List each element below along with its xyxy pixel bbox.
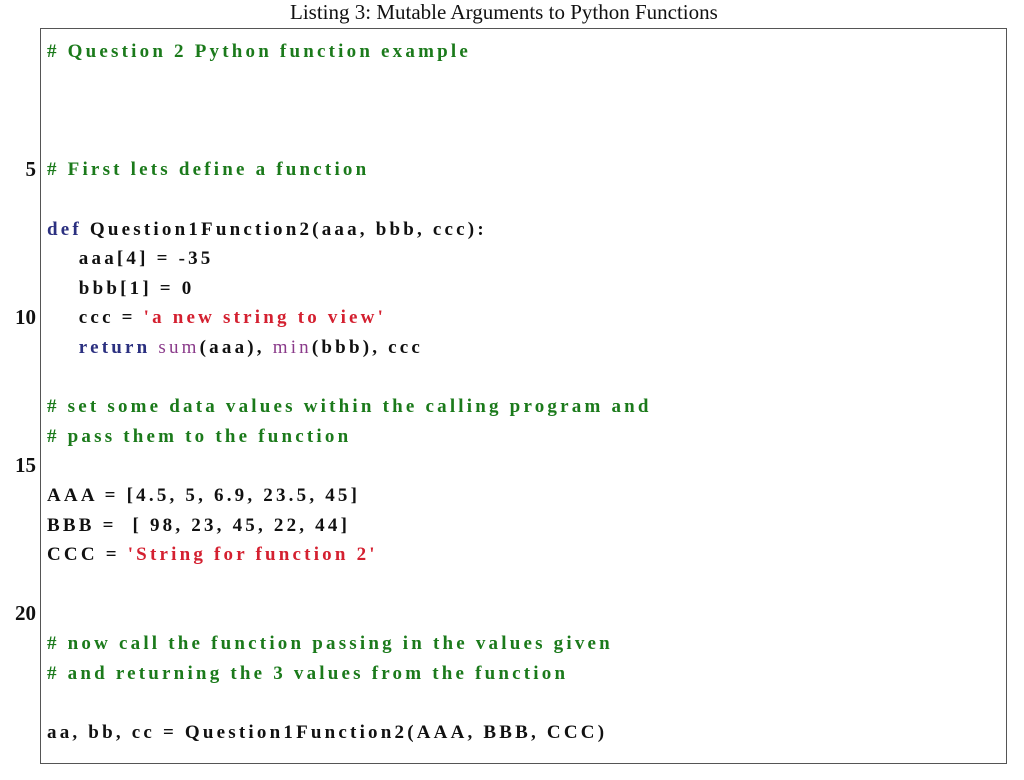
code-token: Question1Function2(aaa, bbb, ccc): <box>81 218 487 240</box>
code-line: # Question 2 Python function example <box>0 37 1024 67</box>
line-number: 10 <box>15 305 36 330</box>
code-line: return sum(aaa), min(bbb), ccc <box>0 333 1024 363</box>
code-keyword: def <box>47 218 82 240</box>
code-token: bbb[1] = 0 <box>47 277 195 299</box>
code-keyword: return <box>47 337 151 358</box>
code-string: 'a new string to view' <box>143 307 387 329</box>
code-comment: # pass them to the function <box>47 425 352 447</box>
code-line: # now call the function passing in the v… <box>0 629 1024 659</box>
code-string: 'String for function 2' <box>127 544 378 566</box>
code-builtin: sum <box>158 337 200 358</box>
code-comment: # and returning the 3 values from the fu… <box>47 662 569 684</box>
code-text: ccc = 'a new string to view' <box>47 303 386 333</box>
code-comment: # set some data values within the callin… <box>47 396 652 418</box>
code-line: # pass them to the function <box>0 422 1024 452</box>
code-text: aaa[4] = -35 <box>47 244 214 274</box>
listing-caption: Listing 3: Mutable Arguments to Python F… <box>0 0 1024 26</box>
code-comment: # First lets define a function <box>47 159 370 181</box>
code-line: AAA = [4.5, 5, 6.9, 23.5, 45] <box>0 481 1024 511</box>
code-line: 15 <box>0 451 1024 481</box>
code-token: CCC = <box>47 544 128 566</box>
code-line: aaa[4] = -35 <box>0 244 1024 274</box>
code-text: # pass them to the function <box>47 422 351 452</box>
code-line: bbb[1] = 0 <box>0 274 1024 304</box>
code-text: # First lets define a function <box>47 155 369 185</box>
code-text: AAA = [4.5, 5, 6.9, 23.5, 45] <box>47 481 360 511</box>
code-text: return sum(aaa), min(bbb), ccc <box>47 333 423 363</box>
code-token: (aaa), <box>199 337 273 358</box>
code-token: BBB = [ 98, 23, 45, 22, 44] <box>47 514 351 536</box>
code-builtin: min <box>272 337 312 358</box>
code-line: 5 # First lets define a function <box>0 155 1024 185</box>
code-comment: # Question 2 Python function example <box>47 41 471 62</box>
code-line: CCC = 'String for function 2' <box>0 540 1024 570</box>
code-text: # and returning the 3 values from the fu… <box>47 659 568 689</box>
code-text: aa, bb, cc = Question1Function2(AAA, BBB… <box>47 718 607 748</box>
code-text: # Question 2 Python function example <box>47 37 471 67</box>
code-text: def Question1Function2(aaa, bbb, ccc): <box>47 215 487 245</box>
line-number: 20 <box>15 601 36 626</box>
code-line: def Question1Function2(aaa, bbb, ccc): <box>0 215 1024 245</box>
code-text: bbb[1] = 0 <box>47 274 194 304</box>
code-token: aa, bb, cc = Question1Function2(AAA, BBB… <box>47 721 608 743</box>
code-line: BBB = [ 98, 23, 45, 22, 44] <box>0 511 1024 541</box>
code-token: aaa[4] = -35 <box>47 248 214 270</box>
line-number: 5 <box>25 157 37 182</box>
code-comment: # now call the function passing in the v… <box>47 633 613 654</box>
code-token: (bbb), ccc <box>311 337 424 358</box>
listing-caption-text: Listing 3: Mutable Arguments to Python F… <box>290 0 718 24</box>
code-text: BBB = [ 98, 23, 45, 22, 44] <box>47 511 350 541</box>
code-line: 20 <box>0 599 1024 629</box>
code-token: AAA = [4.5, 5, 6.9, 23.5, 45] <box>47 485 361 506</box>
code-line: 10 ccc = 'a new string to view' <box>0 303 1024 333</box>
code-line: # and returning the 3 values from the fu… <box>0 659 1024 689</box>
code-text: # set some data values within the callin… <box>47 392 652 422</box>
code-line: # set some data values within the callin… <box>0 392 1024 422</box>
code-text: CCC = 'String for function 2' <box>47 540 378 570</box>
code-text: # now call the function passing in the v… <box>47 629 613 659</box>
code-token: ccc = <box>47 307 144 329</box>
line-number: 15 <box>15 453 36 478</box>
code-line: aa, bb, cc = Question1Function2(AAA, BBB… <box>0 718 1024 748</box>
